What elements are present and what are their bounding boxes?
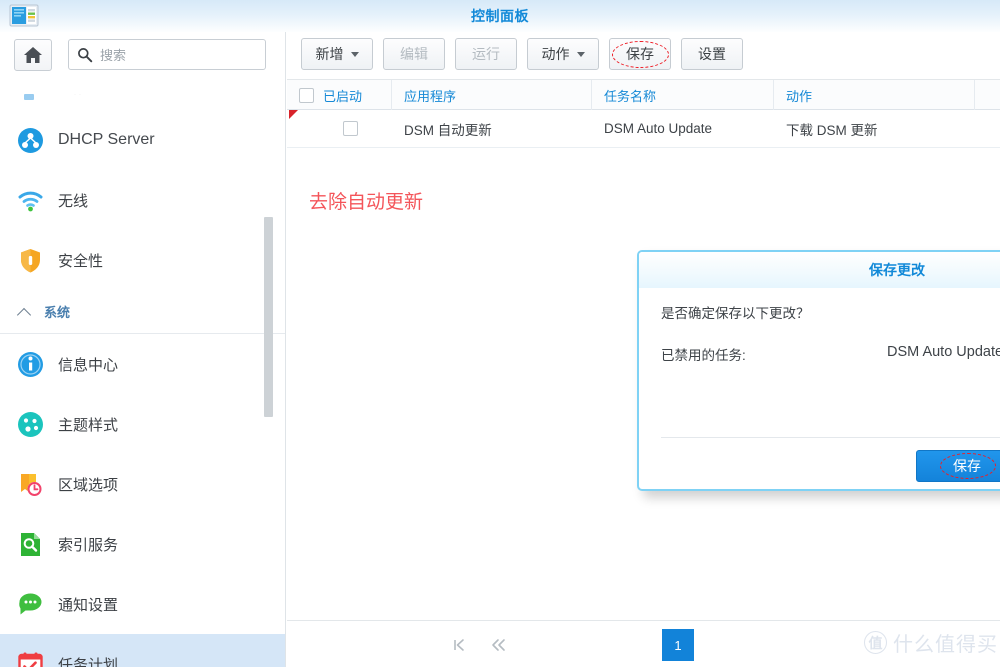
network-icon <box>16 94 42 106</box>
previous-page-icon <box>492 639 505 651</box>
watermark-text: 什么值得买 <box>893 634 998 656</box>
table-header-label: 动作 <box>786 88 813 104</box>
notification-icon <box>16 590 44 618</box>
table-header-action[interactable]: 动作 <box>774 80 975 110</box>
regional-options-icon <box>16 470 44 498</box>
info-center-icon <box>16 350 44 378</box>
row-enabled-cell <box>287 110 392 148</box>
chevron-up-icon <box>18 305 32 319</box>
sidebar-item-label: 索引服务 <box>58 536 119 554</box>
row-extra-cell <box>975 110 1000 148</box>
row-action-cell: 下载 DSM 更新 <box>786 122 878 138</box>
sidebar-group-label: 系统 <box>44 305 71 320</box>
row-flag-marker <box>289 110 298 119</box>
theme-palette-icon <box>16 410 44 438</box>
edit-button-label: 编辑 <box>400 46 428 62</box>
annotation-note: 去除自动更新 <box>309 192 424 213</box>
dialog-question: 是否确定保存以下更改？ <box>661 306 810 321</box>
table-header-label: 任务名称 <box>604 88 657 104</box>
settings-button[interactable]: 设置 <box>681 38 743 70</box>
action-button-label: 动作 <box>541 46 570 62</box>
dialog-field-value: DSM Auto Update <box>887 344 1000 360</box>
dialog-save-label: 保存 <box>953 458 981 474</box>
search-input[interactable]: 搜索 <box>68 39 266 70</box>
save-changes-dialog: 保存更改 是否确定保存以下更改？ 已禁用的任务: DSM Auto Update… <box>637 250 1000 491</box>
main-panel: 新增 编辑 运行 动作 保存 设置 已启动 应用程序 任务名称 动作 DSM 自… <box>287 32 1000 667</box>
window-title: 控制面板 <box>471 8 529 24</box>
page-number-button[interactable]: 1 <box>662 629 694 661</box>
watermark: 值 什么值得买 <box>864 628 998 657</box>
watermark-logo: 值 <box>864 631 887 654</box>
sidebar-item-label: 通知设置 <box>58 596 119 614</box>
first-page-icon <box>454 639 464 651</box>
home-icon <box>24 47 42 63</box>
sidebar-item-info-center[interactable]: 信息中心 <box>0 334 285 394</box>
sidebar-item-notification[interactable]: 通知设置 <box>0 574 285 634</box>
toolbar: 新增 编辑 运行 动作 保存 设置 <box>287 32 1000 80</box>
security-shield-icon <box>16 246 44 274</box>
table-header-label: 应用程序 <box>404 88 457 104</box>
table-header-task-name[interactable]: 任务名称 <box>592 80 774 110</box>
save-button[interactable]: 保存 <box>609 38 671 70</box>
dhcp-server-icon <box>16 126 44 154</box>
sidebar-search-row: 搜索 <box>0 32 285 78</box>
dialog-field-label: 已禁用的任务: <box>661 348 746 363</box>
row-task-name-cell: DSM Auto Update <box>604 121 713 136</box>
sidebar-item-regional-options[interactable]: 区域选项 <box>0 454 285 514</box>
table-header-enabled[interactable]: 已启动 <box>287 80 392 110</box>
sidebar-item-label: 任务计划 <box>58 656 119 667</box>
sidebar-item-network-partial[interactable]: 网络 <box>14 94 264 108</box>
row-application-cell: DSM 自动更新 <box>404 122 492 138</box>
sidebar-item-label: 主题样式 <box>58 416 119 434</box>
sidebar-nav-list: DHCP Server 无线 安全性 系统 信息中心 主题样式 区域选项 索引服… <box>0 110 285 667</box>
select-all-checkbox[interactable] <box>299 87 314 103</box>
settings-button-label: 设置 <box>698 46 726 62</box>
sidebar-item-dhcp-server[interactable]: DHCP Server <box>0 110 285 170</box>
sidebar-group-system[interactable]: 系统 <box>0 290 285 334</box>
sidebar-item-label: 无线 <box>58 192 89 210</box>
dialog-separator <box>661 437 1000 438</box>
wireless-icon <box>16 186 44 214</box>
action-button[interactable]: 动作 <box>527 38 599 70</box>
table-row[interactable]: DSM 自动更新 DSM Auto Update 下载 DSM 更新 <box>287 110 1000 148</box>
run-button[interactable]: 运行 <box>455 38 517 70</box>
sidebar-item-security[interactable]: 安全性 <box>0 230 285 290</box>
save-button-label: 保存 <box>626 46 654 62</box>
add-button[interactable]: 新增 <box>301 38 373 70</box>
sidebar-item-indexing-service[interactable]: 索引服务 <box>0 514 285 574</box>
control-panel-window: 控制面板 搜索 DHCP Server 无线 安全性 系统 信息中心 主题样式 … <box>0 0 1000 667</box>
table-header-label: 已启动 <box>323 88 363 104</box>
table-header-application[interactable]: 应用程序 <box>392 80 592 110</box>
chevron-down-icon <box>350 51 359 57</box>
table-header-extra[interactable] <box>975 80 1000 110</box>
row-enabled-checkbox[interactable] <box>343 121 358 136</box>
search-icon <box>78 47 93 62</box>
add-button-label: 新增 <box>315 46 344 62</box>
table-header-row: 已启动 应用程序 任务名称 动作 <box>287 80 1000 110</box>
sidebar-item-wireless[interactable]: 无线 <box>0 170 285 230</box>
window-header: 控制面板 <box>0 0 1000 32</box>
sidebar-item-label: 安全性 <box>58 252 104 270</box>
run-button-label: 运行 <box>472 46 500 62</box>
first-page-button[interactable] <box>443 629 475 661</box>
dialog-save-button[interactable]: 保存 <box>916 450 1000 482</box>
dialog-title: 保存更改 <box>639 252 1000 288</box>
sidebar-item-label: DHCP Server <box>58 131 155 148</box>
sidebar-item-label: 区域选项 <box>58 476 119 494</box>
search-placeholder: 搜索 <box>100 48 127 63</box>
sidebar-scrollbar-thumb[interactable] <box>264 217 273 417</box>
sidebar-item-theme[interactable]: 主题样式 <box>0 394 285 454</box>
sidebar-item-label: 信息中心 <box>58 356 119 374</box>
edit-button[interactable]: 编辑 <box>383 38 445 70</box>
home-button[interactable] <box>14 39 52 71</box>
previous-page-button[interactable] <box>483 629 515 661</box>
sidebar: 搜索 网络 <box>0 32 286 667</box>
chevron-down-icon <box>576 51 585 57</box>
indexing-service-icon <box>16 530 44 558</box>
sidebar-item-task-scheduler[interactable]: 任务计划 <box>0 634 285 667</box>
sidebar-item-label: 网络 <box>54 94 82 98</box>
pagination-bar: 1 值 什么值得买 <box>287 620 1000 667</box>
task-scheduler-icon <box>16 650 44 667</box>
